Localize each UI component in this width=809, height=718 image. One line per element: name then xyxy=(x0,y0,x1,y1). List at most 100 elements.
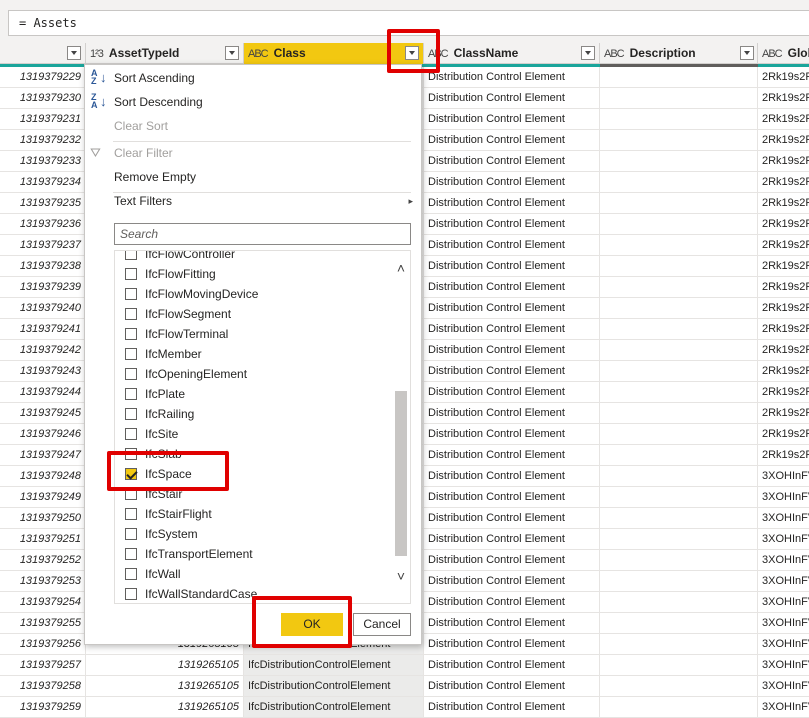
cell-classname[interactable]: Distribution Control Element xyxy=(424,130,600,150)
cell-global[interactable]: 2Rk19s2R xyxy=(758,445,809,465)
cell-id[interactable]: 1319379244 xyxy=(0,382,86,402)
checkbox[interactable] xyxy=(125,448,137,460)
filter-list-item[interactable]: IfcFlowController xyxy=(115,251,393,264)
cell-description[interactable] xyxy=(600,193,758,213)
cell-global[interactable]: 2Rk19s2R xyxy=(758,67,809,87)
cell-id[interactable]: 1319379245 xyxy=(0,403,86,423)
scroll-down-icon[interactable]: ˅ xyxy=(395,569,407,583)
cell-global[interactable]: 3XOHInFV xyxy=(758,697,809,717)
checkbox[interactable] xyxy=(125,268,137,280)
cell-description[interactable] xyxy=(600,298,758,318)
cell-description[interactable] xyxy=(600,319,758,339)
cell-description[interactable] xyxy=(600,67,758,87)
cell-description[interactable] xyxy=(600,235,758,255)
cell-global[interactable]: 2Rk19s2R xyxy=(758,235,809,255)
checkbox[interactable] xyxy=(125,328,137,340)
cell-description[interactable] xyxy=(600,655,758,675)
cell-id[interactable]: 1319379234 xyxy=(0,172,86,192)
cell-id[interactable]: 1319379256 xyxy=(0,634,86,654)
cell-classname[interactable]: Distribution Control Element xyxy=(424,676,600,696)
cell-classname[interactable]: Distribution Control Element xyxy=(424,634,600,654)
cell-classname[interactable]: Distribution Control Element xyxy=(424,319,600,339)
checkbox[interactable] xyxy=(125,568,137,580)
column-header-index[interactable] xyxy=(0,43,86,64)
cell-description[interactable] xyxy=(600,88,758,108)
cell-id[interactable]: 1319379230 xyxy=(0,88,86,108)
cell-classname[interactable]: Distribution Control Element xyxy=(424,487,600,507)
cell-class[interactable]: IfcDistributionControlElement xyxy=(244,676,424,696)
cell-id[interactable]: 1319379257 xyxy=(0,655,86,675)
filter-list-item[interactable]: IfcSlab xyxy=(115,444,393,464)
filter-list-item[interactable]: IfcSite xyxy=(115,424,393,444)
cell-global[interactable]: 2Rk19s2R xyxy=(758,193,809,213)
filter-list-item[interactable]: IfcWallStandardCase xyxy=(115,584,393,603)
scroll-up-icon[interactable]: ˄ xyxy=(395,261,407,275)
cell-classname[interactable]: Distribution Control Element xyxy=(424,550,600,570)
cell-id[interactable]: 1319379233 xyxy=(0,151,86,171)
cell-classname[interactable]: Distribution Control Element xyxy=(424,466,600,486)
cell-global[interactable]: 2Rk19s2R xyxy=(758,151,809,171)
cell-classname[interactable]: Distribution Control Element xyxy=(424,277,600,297)
checkbox[interactable] xyxy=(125,428,137,440)
cell-classname[interactable]: Distribution Control Element xyxy=(424,88,600,108)
cell-global[interactable]: 2Rk19s2R xyxy=(758,361,809,381)
formula-input[interactable]: = Assets xyxy=(8,10,809,36)
cell-global[interactable]: 2Rk19s2R xyxy=(758,424,809,444)
cell-classname[interactable]: Distribution Control Element xyxy=(424,403,600,423)
cell-classname[interactable]: Distribution Control Element xyxy=(424,529,600,549)
clear-sort-item[interactable]: Clear Sort xyxy=(85,115,421,137)
cell-classname[interactable]: Distribution Control Element xyxy=(424,655,600,675)
filter-list-item[interactable]: IfcStairFlight xyxy=(115,504,393,524)
scrollbar-thumb[interactable] xyxy=(395,391,407,556)
cell-classname[interactable]: Distribution Control Element xyxy=(424,571,600,591)
cell-id[interactable]: 1319379232 xyxy=(0,130,86,150)
cell-global[interactable]: 2Rk19s2R xyxy=(758,277,809,297)
clear-filter-item[interactable]: ⛛ Clear Filter xyxy=(85,142,421,164)
cell-global[interactable]: 2Rk19s2R xyxy=(758,403,809,423)
cell-description[interactable] xyxy=(600,613,758,633)
cell-id[interactable]: 1319379236 xyxy=(0,214,86,234)
cell-global[interactable]: 2Rk19s2R xyxy=(758,298,809,318)
cell-id[interactable]: 1319379231 xyxy=(0,109,86,129)
cell-classname[interactable]: Distribution Control Element xyxy=(424,697,600,717)
checkbox[interactable] xyxy=(125,408,137,420)
cell-classname[interactable]: Distribution Control Element xyxy=(424,235,600,255)
cell-global[interactable]: 2Rk19s2R xyxy=(758,256,809,276)
cell-assettypeid[interactable]: 1319265105 xyxy=(86,655,244,675)
cell-id[interactable]: 1319379242 xyxy=(0,340,86,360)
cell-description[interactable] xyxy=(600,130,758,150)
cancel-button[interactable]: Cancel xyxy=(353,613,411,636)
column-dropdown-icon[interactable] xyxy=(581,46,595,60)
column-dropdown-icon[interactable] xyxy=(67,46,81,60)
checkbox[interactable] xyxy=(125,488,137,500)
cell-id[interactable]: 1319379229 xyxy=(0,67,86,87)
filter-list-item[interactable]: IfcOpeningElement xyxy=(115,364,393,384)
cell-global[interactable]: 3XOHInFV xyxy=(758,466,809,486)
sort-ascending-item[interactable]: A Z ↓ Sort Ascending xyxy=(85,67,421,89)
checkbox[interactable] xyxy=(125,528,137,540)
cell-global[interactable]: 3XOHInFV xyxy=(758,655,809,675)
ok-button[interactable]: OK xyxy=(281,613,343,636)
cell-description[interactable] xyxy=(600,487,758,507)
cell-id[interactable]: 1319379235 xyxy=(0,193,86,213)
cell-description[interactable] xyxy=(600,550,758,570)
column-header-assettypeid[interactable]: 1²3 AssetTypeId xyxy=(86,43,244,64)
cell-classname[interactable]: Distribution Control Element xyxy=(424,361,600,381)
filter-list-item[interactable]: IfcWall xyxy=(115,564,393,584)
cell-global[interactable]: 2Rk19s2R xyxy=(758,130,809,150)
cell-id[interactable]: 1319379259 xyxy=(0,697,86,717)
cell-id[interactable]: 1319379255 xyxy=(0,613,86,633)
cell-description[interactable] xyxy=(600,592,758,612)
checkbox-checked[interactable] xyxy=(125,468,137,480)
cell-class[interactable]: IfcDistributionControlElement xyxy=(244,697,424,717)
cell-classname[interactable]: Distribution Control Element xyxy=(424,172,600,192)
sort-descending-item[interactable]: Z A ↓ Sort Descending xyxy=(85,91,421,113)
filter-search-input[interactable]: Search xyxy=(114,223,411,245)
cell-global[interactable]: 2Rk19s2R xyxy=(758,88,809,108)
cell-description[interactable] xyxy=(600,151,758,171)
filter-list-item[interactable]: IfcRailing xyxy=(115,404,393,424)
cell-id[interactable]: 1319379243 xyxy=(0,361,86,381)
cell-class[interactable]: IfcDistributionControlElement xyxy=(244,655,424,675)
column-header-class[interactable]: ABC Class xyxy=(244,43,424,64)
column-header-global[interactable]: ABC Globa xyxy=(758,43,809,64)
